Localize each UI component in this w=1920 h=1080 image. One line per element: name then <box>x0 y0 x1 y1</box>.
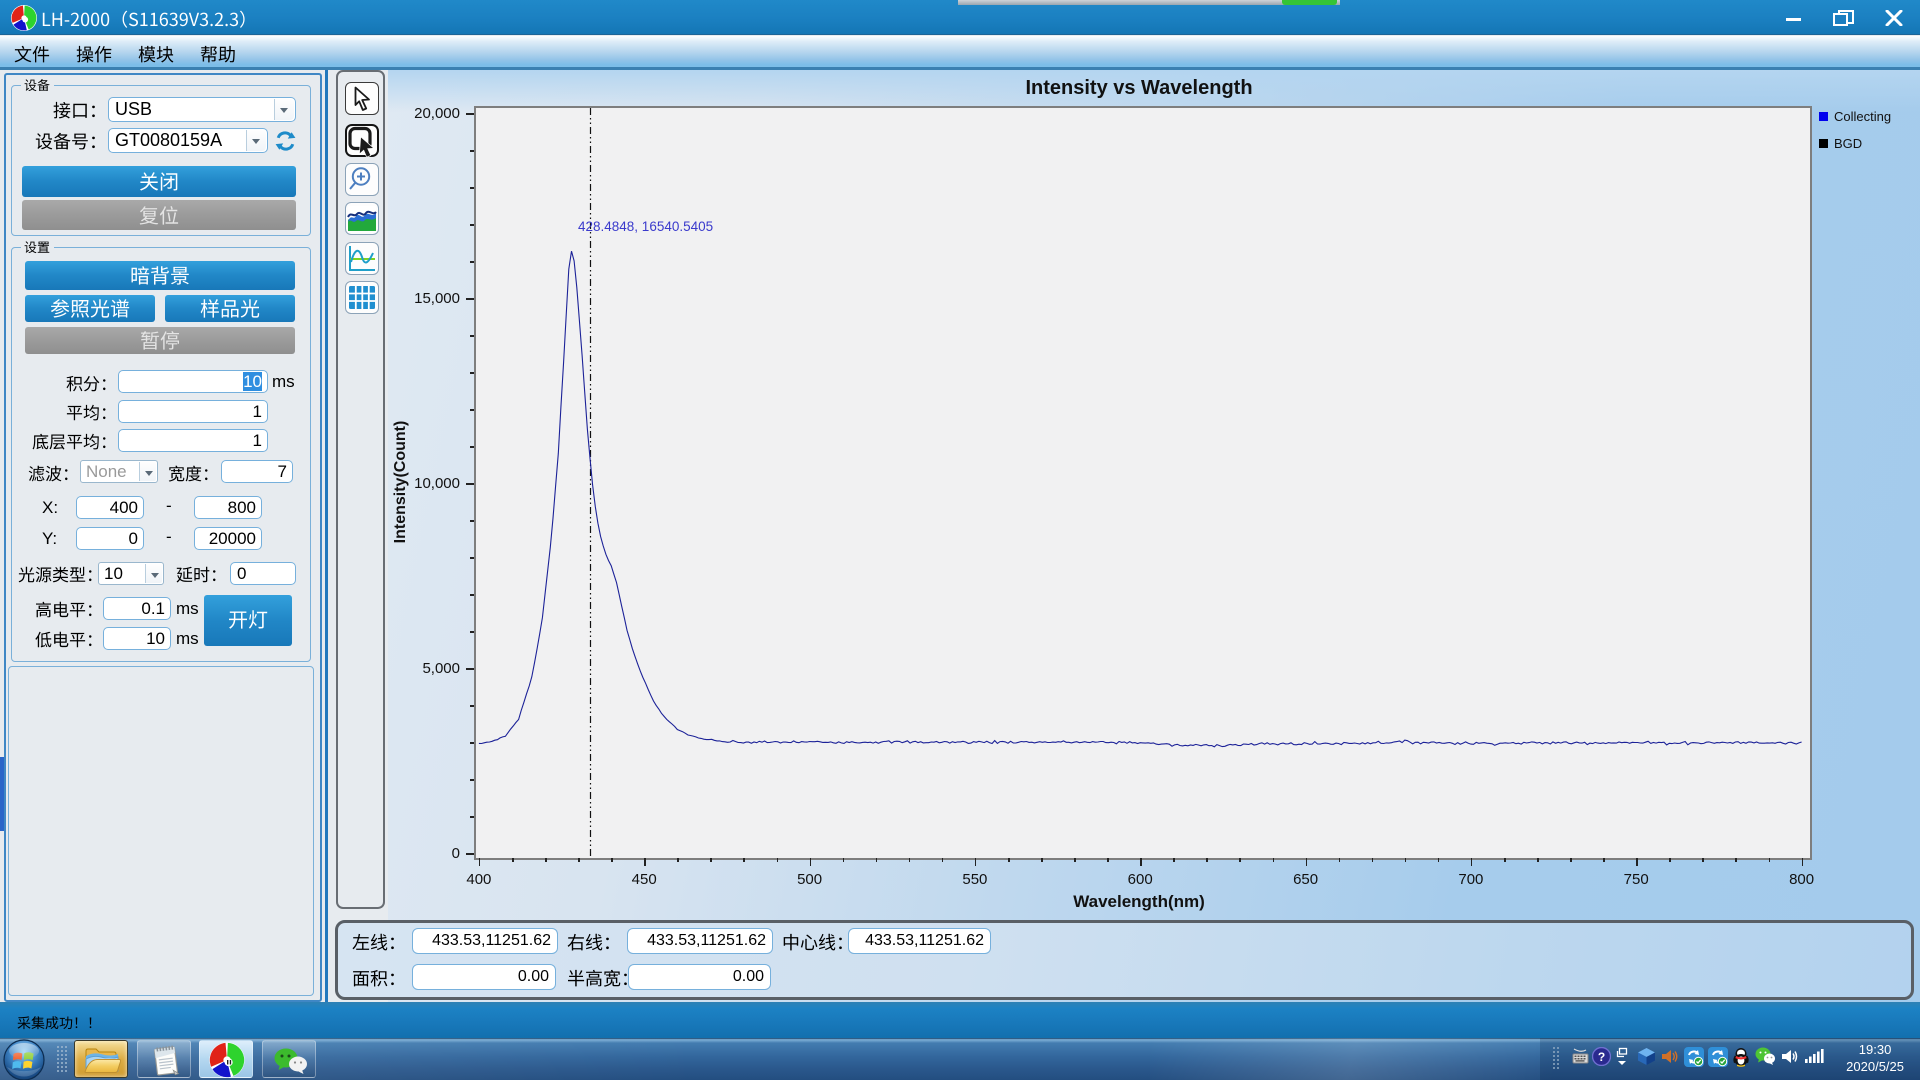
svg-text:?: ? <box>1598 1050 1605 1064</box>
